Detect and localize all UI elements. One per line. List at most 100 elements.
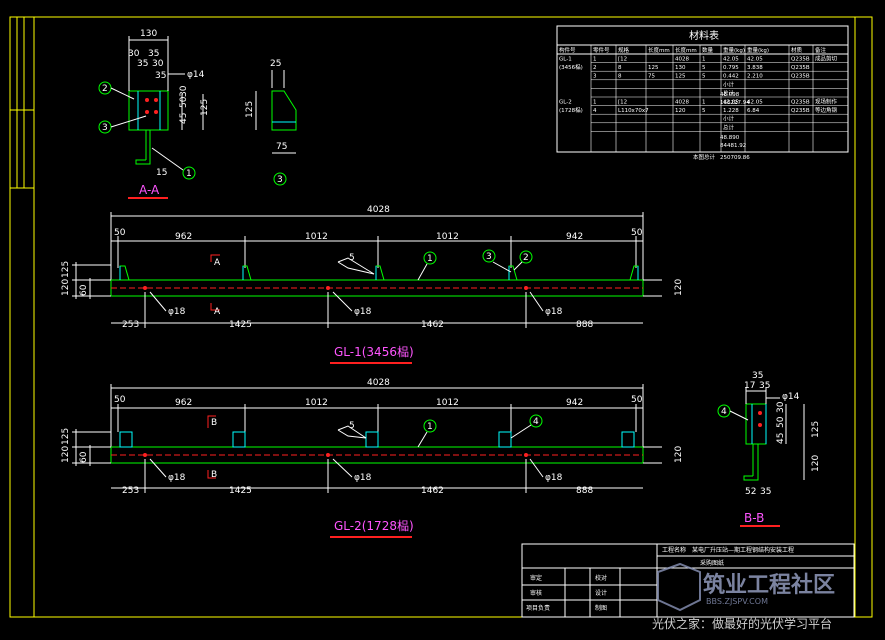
dim-label: 75 xyxy=(276,142,287,152)
part-number: 2 xyxy=(102,84,108,94)
dim-label: 60 xyxy=(79,451,89,463)
material-header: 规格 xyxy=(618,46,630,54)
bolt-holes xyxy=(143,453,528,457)
dim-label: 45 xyxy=(179,113,189,124)
material-header: 重量(kg) xyxy=(723,46,745,54)
dim-label: 1012 xyxy=(436,398,459,408)
material-cell: GL-2 xyxy=(559,100,572,106)
dim-label: 30 xyxy=(179,85,189,97)
dim-label: 888 xyxy=(576,320,593,330)
dim-label: 125 xyxy=(245,101,255,118)
drawing-subtitle: 采购图纸 xyxy=(700,559,724,567)
material-table: 材料表 构件号 零件号 规格 长度mm 长度mm 数量 重量(kg) 重量(kg) 材质 备注 GL… xyxy=(556,25,849,161)
material-cell: 8 xyxy=(618,65,622,71)
dim-label: 942 xyxy=(566,398,583,408)
material-cell: 4028 xyxy=(675,57,689,63)
section-b-title: B-B xyxy=(744,511,764,525)
dim-label: 17 xyxy=(744,381,755,391)
material-cell: [12 xyxy=(618,100,627,106)
dim-label: 1462 xyxy=(421,486,444,496)
bolt-hole xyxy=(154,98,158,102)
dim-label: 30 xyxy=(128,49,140,59)
part-number: 3 xyxy=(277,175,283,185)
tb-label: 制图 xyxy=(595,604,607,612)
bolt-spec: φ14 xyxy=(782,392,800,402)
material-cell: 5 xyxy=(702,65,706,71)
material-header: 材质 xyxy=(791,46,803,54)
hole-label: φ18 xyxy=(545,473,563,483)
watermark-title: 筑业工程社区 xyxy=(703,572,835,598)
dim-label: 120 xyxy=(61,446,71,463)
material-cell: 125 xyxy=(675,74,686,80)
hole-label: φ18 xyxy=(354,307,372,317)
beam-gl1: 4028 50 962 1012 1012 942 50 253 1425 14… xyxy=(61,205,684,364)
dim-label: 15 xyxy=(156,168,167,178)
dim-label: 35 xyxy=(155,71,166,81)
project-label: 工程名称 xyxy=(662,546,686,554)
dim-label: 1425 xyxy=(229,320,252,330)
dim-label: 120 xyxy=(674,279,684,296)
dim-label: 962 xyxy=(175,398,192,408)
tb-label: 审核 xyxy=(530,589,542,597)
grand-total-label: 本图总计 xyxy=(693,153,716,161)
material-cell: 5 xyxy=(702,74,706,80)
overall-dim: 4028 xyxy=(367,378,390,388)
material-cell: 4028 xyxy=(675,100,689,106)
part3-detail: 25 125 75 3 xyxy=(245,59,297,186)
material-cell: 等边角钢 xyxy=(815,106,838,114)
part-number: 1 xyxy=(427,254,433,264)
material-cell: L110x70x7 xyxy=(618,108,649,114)
material-header: 长度mm xyxy=(675,46,697,54)
footer-caption: 光伏之家：做最好的光伏学习平台 xyxy=(652,616,832,631)
material-cell: [12 xyxy=(618,57,627,63)
material-cell: 1 xyxy=(702,100,706,106)
beam1-title: GL-1(3456榀) xyxy=(334,345,414,359)
dim-label: 130 xyxy=(140,29,157,39)
dim-label: 962 xyxy=(175,232,192,242)
dim-label: 253 xyxy=(122,320,139,330)
bolt-spec: φ14 xyxy=(187,70,205,80)
dim-label: 120 xyxy=(674,446,684,463)
tb-label: 审定 xyxy=(530,574,542,582)
bolt-hole xyxy=(145,110,149,114)
dim-label: 30 xyxy=(152,59,164,69)
material-cell: Q235B xyxy=(791,65,810,71)
dim-label: 50 xyxy=(179,96,189,108)
dim-label: 35 xyxy=(760,487,771,497)
tb-label: 校对 xyxy=(595,574,607,582)
material-cell: 5 xyxy=(702,108,706,114)
material-header: 重量(kg) xyxy=(747,46,769,54)
dim-label: 52 xyxy=(745,487,756,497)
bolt-hole xyxy=(154,110,158,114)
watermark: 筑业工程社区 BBS.ZJSPV.COM 光伏之家：做最好的光伏学习平台 xyxy=(652,562,835,631)
material-header: 零件号 xyxy=(593,46,610,54)
dim-label: 45 xyxy=(776,433,786,444)
dim-label: 60 xyxy=(79,284,89,296)
dim-label: 942 xyxy=(566,232,583,242)
total-value: 166227.94 xyxy=(720,100,750,106)
total-value: 84481.92 xyxy=(720,143,746,149)
material-cell: 总计 xyxy=(723,123,735,131)
dim-label: 125 xyxy=(61,261,71,278)
inner-frame xyxy=(33,16,856,618)
tb-label: 项目负责 xyxy=(526,604,550,612)
bolt-holes xyxy=(143,286,528,290)
material-cell: 8 xyxy=(618,74,622,80)
section-a-a: 130 30 35 35 30 35 φ14 45 50 30 125 15 2… xyxy=(98,29,210,199)
section-a-plate xyxy=(128,90,169,131)
grand-total-value: 250709.86 xyxy=(720,155,750,161)
material-cell: GL-1 xyxy=(559,57,572,63)
dim-label: 50 xyxy=(114,228,126,238)
material-cell: Q235B xyxy=(791,108,810,114)
material-cell: 1 xyxy=(702,57,706,63)
dim-label: 1012 xyxy=(305,398,328,408)
dim-label: 1425 xyxy=(229,486,252,496)
material-cell: 2.210 xyxy=(747,74,763,80)
dim-label: 35 xyxy=(752,371,763,381)
subtotal-value: 48.098 xyxy=(720,92,740,98)
material-cell: 成品剪切 xyxy=(815,55,838,63)
section-b-angle xyxy=(745,403,767,445)
material-cell: 0.795 xyxy=(723,65,739,71)
material-cell: 1.228 xyxy=(723,108,739,114)
material-header: 长度mm xyxy=(648,46,670,54)
